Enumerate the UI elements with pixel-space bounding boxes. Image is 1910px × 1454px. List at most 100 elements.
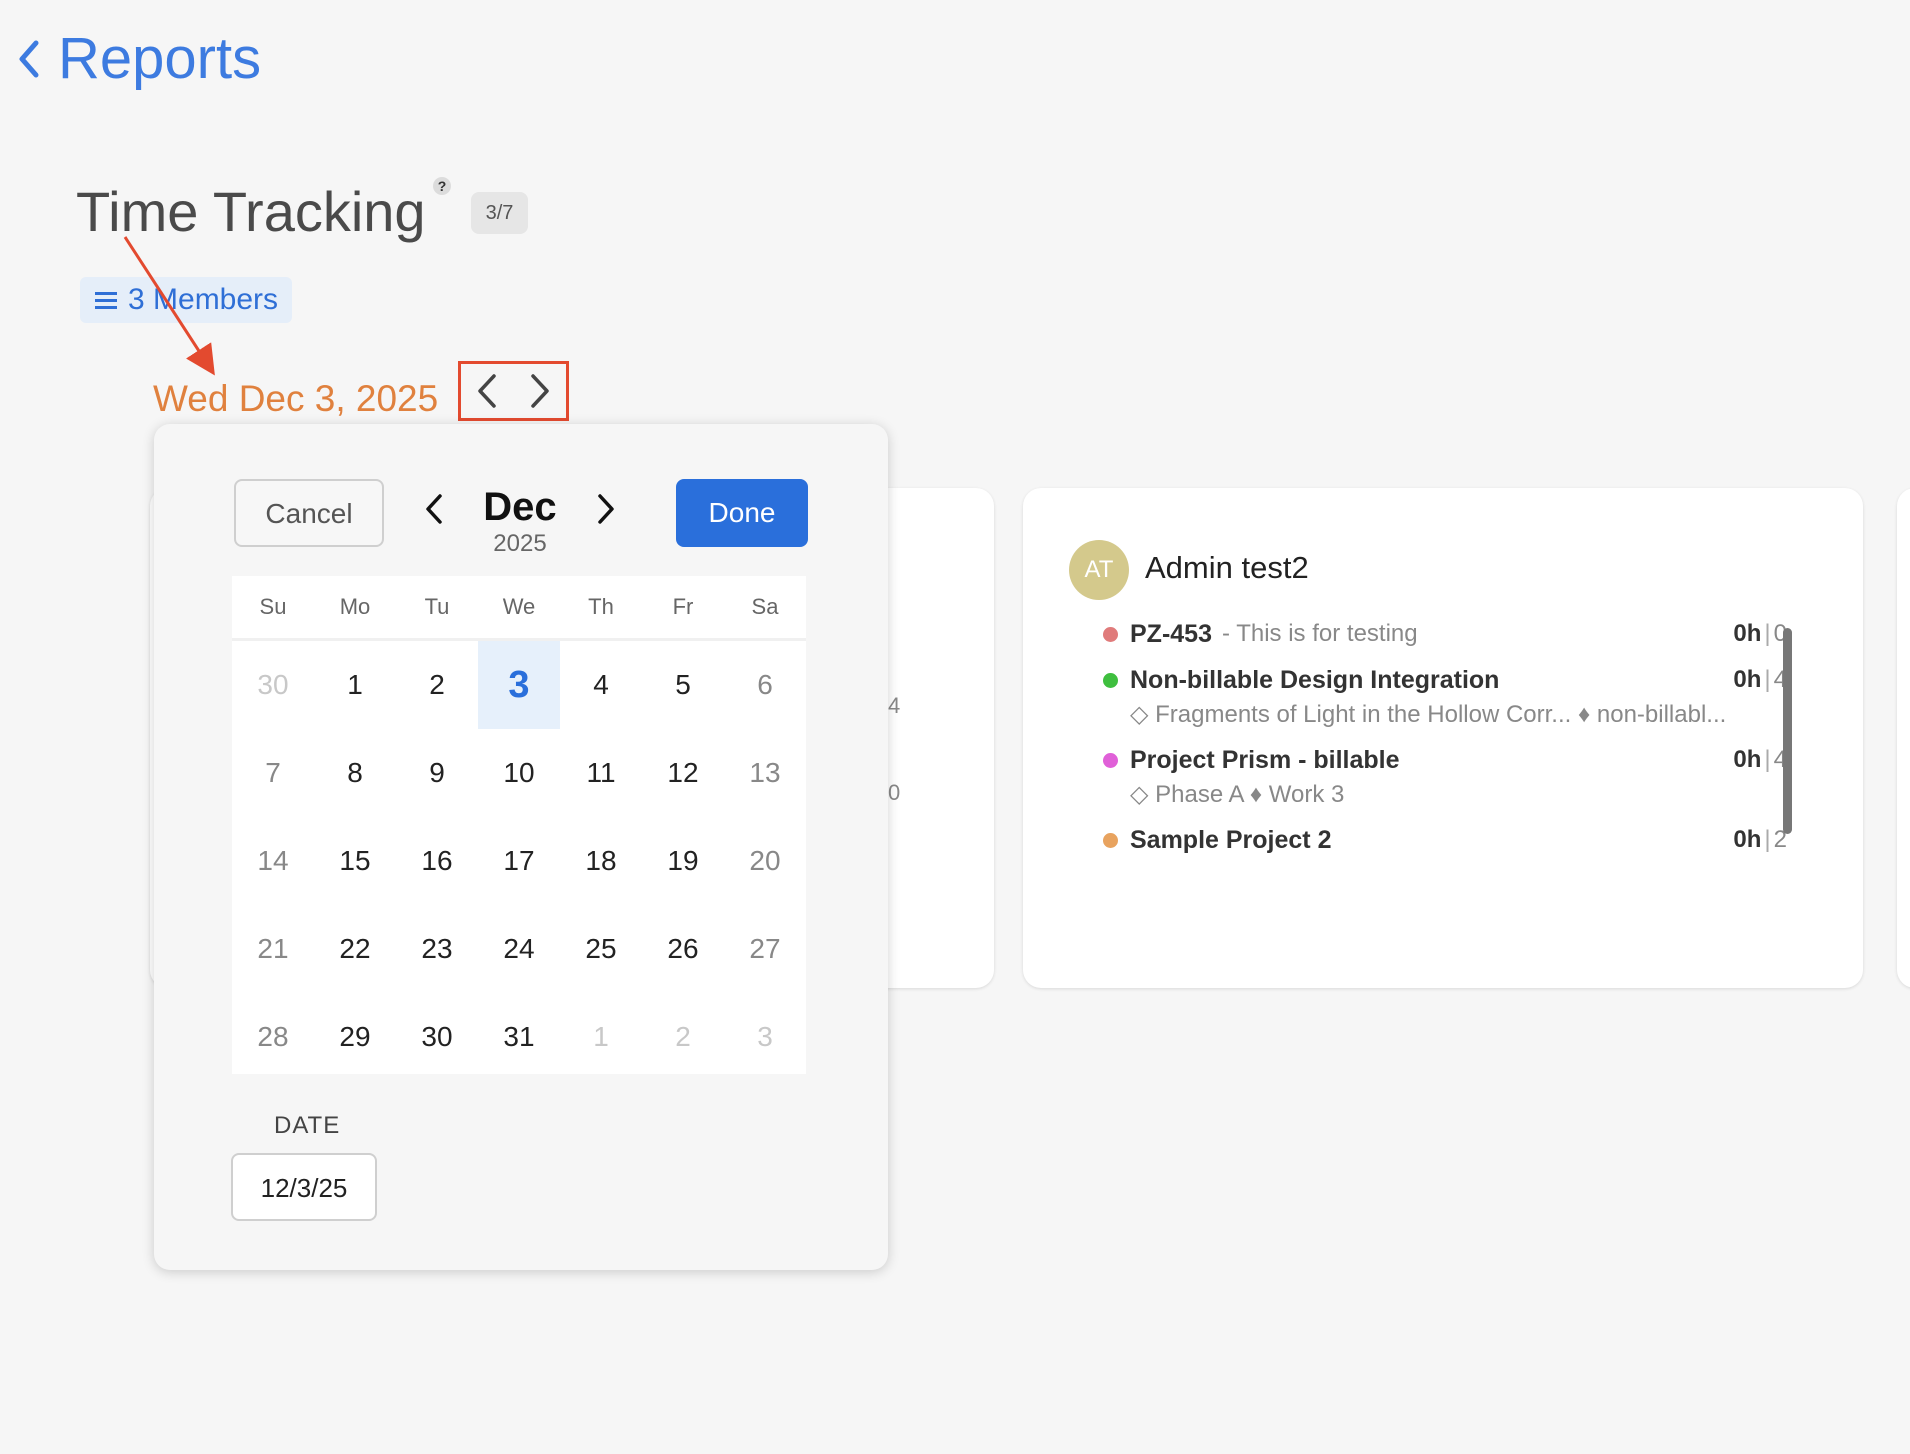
day-cell[interactable]: 27 <box>724 905 806 993</box>
current-date[interactable]: Wed Dec 3, 2025 <box>153 374 438 424</box>
day-cell[interactable]: 26 <box>642 905 724 993</box>
entry-name: Sample Project 2 <box>1130 825 1332 854</box>
separator: | <box>1764 620 1771 647</box>
day-cell[interactable]: 3 <box>724 993 806 1081</box>
day-cell[interactable]: 1 <box>314 641 396 729</box>
hours-value: 0h <box>1733 620 1762 647</box>
date-field-label: DATE <box>274 1112 341 1139</box>
avatar: AT <box>1069 540 1129 600</box>
scrollbar[interactable] <box>1783 628 1792 834</box>
day-cell[interactable]: 1 <box>560 993 642 1081</box>
date-input[interactable]: 12/3/25 <box>231 1153 377 1221</box>
day-cell[interactable]: 30 <box>396 993 478 1081</box>
chevron-right-icon <box>531 374 549 408</box>
hours-value: 0h <box>1733 746 1762 773</box>
day-cell[interactable]: 25 <box>560 905 642 993</box>
time-entry[interactable]: PZ-453 - This is for testing 0h | 0 <box>1103 616 1787 652</box>
day-cell[interactable]: 14 <box>232 817 314 905</box>
weekday-label: Th <box>588 594 614 619</box>
day-cell[interactable]: 24 <box>478 905 560 993</box>
members-label: 3 Members <box>128 283 279 316</box>
entry-subtitle: ◇ Fragments of Light in the Hollow Corr.… <box>1130 701 1727 728</box>
back-label: Reports <box>58 26 262 91</box>
day-cell[interactable]: 23 <box>396 905 478 993</box>
members-filter-button[interactable]: 3 Members <box>80 277 293 323</box>
chevron-left-icon <box>478 374 496 408</box>
day-cell[interactable]: 22 <box>314 905 396 993</box>
time-entry-list: PZ-453 - This is for testing 0h | 0 Non-billa… <box>1103 616 1787 868</box>
weekday-label: Mo <box>339 594 371 619</box>
chevron-right-icon <box>598 494 614 524</box>
entry-description: - This is for testing <box>1221 620 1418 647</box>
previous-month-button[interactable] <box>414 484 454 534</box>
date-picker-popup: Cancel Dec 2025 Done Su Mo Tu We Th Fr Sa 30 1 2… <box>154 424 888 1270</box>
next-day-button[interactable] <box>523 369 557 413</box>
card-fragment: 0 <box>888 780 901 805</box>
calendar-grid: Su Mo Tu We Th Fr Sa 30 1 2 3 4 5 6 7 8 9 10 11 12 13 14 15 16… <box>232 576 806 1074</box>
day-cell[interactable]: 11 <box>560 729 642 817</box>
project-color-dot <box>1103 626 1118 642</box>
day-cell[interactable]: 19 <box>642 817 724 905</box>
year-label: 2025 <box>493 530 547 557</box>
day-cell[interactable]: 31 <box>478 993 560 1081</box>
card-fragment: 4 <box>888 693 901 718</box>
day-cell[interactable]: 6 <box>724 641 806 729</box>
entry-name: Project Prism - billable <box>1130 745 1400 774</box>
day-cell[interactable]: 18 <box>560 817 642 905</box>
day-cell[interactable]: 2 <box>396 641 478 729</box>
day-cell[interactable]: 16 <box>396 817 478 905</box>
member-name: Admin test2 <box>1145 550 1309 585</box>
date-nav-highlight <box>458 361 569 421</box>
entry-hours: 0h | 4 <box>1733 666 1787 694</box>
day-cell[interactable]: 10 <box>478 729 560 817</box>
separator: | <box>1764 666 1771 693</box>
weekday-label: Su <box>259 594 287 619</box>
day-cell[interactable]: 9 <box>396 729 478 817</box>
day-cell[interactable]: 2 <box>642 993 724 1081</box>
month-label: Dec <box>483 485 557 529</box>
separator: | <box>1764 826 1771 853</box>
entry-name: PZ-453 <box>1130 619 1212 648</box>
day-grid: 30 1 2 3 4 5 6 7 8 9 10 11 12 13 14 15 16 17 18 19 20 21 22 23 2… <box>232 641 806 1081</box>
day-cell[interactable]: 30 <box>232 641 314 729</box>
entry-subtitle: ◇ Phase A ♦ Work 3 <box>1130 781 1345 808</box>
member-card-edge <box>1897 488 1910 988</box>
day-cell[interactable]: 5 <box>642 641 724 729</box>
time-entry[interactable]: Non-billable Design Integration 0h | 4 ◇ Fra… <box>1103 662 1787 732</box>
day-cell-selected[interactable]: 3 <box>478 641 560 729</box>
previous-day-button[interactable] <box>470 369 504 413</box>
help-icon[interactable]: ? <box>433 177 451 195</box>
weekday-label: We <box>502 594 536 619</box>
day-cell[interactable]: 12 <box>642 729 724 817</box>
day-cell[interactable]: 15 <box>314 817 396 905</box>
entry-hours: 0h | 2 <box>1733 826 1787 854</box>
day-cell[interactable]: 17 <box>478 817 560 905</box>
list-icon <box>95 292 117 309</box>
entry-name: Non-billable Design Integration <box>1130 665 1500 694</box>
count-badge: 3/7 <box>471 192 528 234</box>
day-cell[interactable]: 21 <box>232 905 314 993</box>
day-cell[interactable]: 7 <box>232 729 314 817</box>
chevron-left-icon <box>426 494 442 524</box>
chevron-left-icon <box>19 40 39 78</box>
next-month-button[interactable] <box>586 484 626 534</box>
day-cell[interactable]: 20 <box>724 817 806 905</box>
time-entry[interactable]: Project Prism - billable 0h | 4 ◇ Phase A ♦ … <box>1103 742 1787 812</box>
done-button[interactable]: Done <box>676 479 808 547</box>
day-cell[interactable]: 28 <box>232 993 314 1081</box>
weekday-label: Tu <box>424 594 450 619</box>
weekday-header: Su Mo Tu We Th Fr Sa <box>232 576 806 641</box>
day-cell[interactable]: 29 <box>314 993 396 1081</box>
back-to-reports-link[interactable]: Reports <box>14 24 261 94</box>
page-title: Time Tracking <box>76 180 426 243</box>
time-entry[interactable]: Sample Project 2 0h | 2 <box>1103 822 1787 858</box>
project-color-dot <box>1103 832 1118 848</box>
hours-value: 0h <box>1733 826 1762 853</box>
day-cell[interactable]: 13 <box>724 729 806 817</box>
hours-value: 0h <box>1733 666 1762 693</box>
day-cell[interactable]: 8 <box>314 729 396 817</box>
entry-hours: 0h | 0 <box>1733 620 1787 648</box>
day-cell[interactable]: 4 <box>560 641 642 729</box>
cancel-button[interactable]: Cancel <box>234 479 384 547</box>
entry-hours: 0h | 4 <box>1733 746 1787 774</box>
